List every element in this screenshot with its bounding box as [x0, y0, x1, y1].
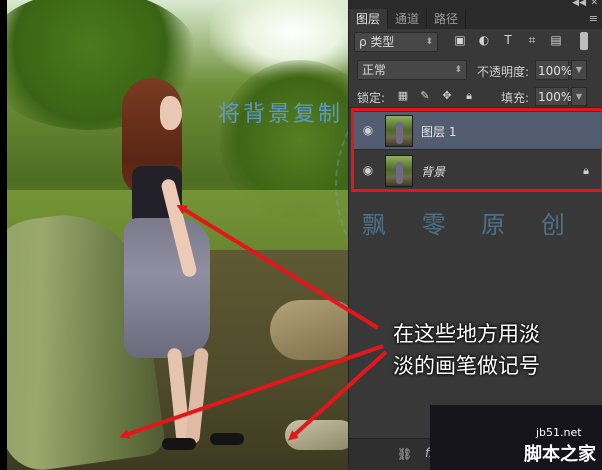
filter-kind-select[interactable]: ρ 类型 ⬍	[354, 32, 438, 52]
layer-filter-row: ρ 类型 ⬍ ▣ ◐ T ⌗ ▤	[349, 30, 602, 54]
watermark-seal-text: 飘 零 原 创	[362, 211, 579, 239]
opacity-slider-button[interactable]: ▼	[571, 60, 587, 80]
layer-thumbnail	[385, 115, 413, 147]
panel-title-bar: ◀◀ ✕	[349, 0, 602, 9]
lock-row: 锁定: ▦ ✎ ✥ 🔒︎ 填充: 100% ▼	[349, 86, 602, 108]
shoe-right	[210, 433, 244, 445]
tab-channels[interactable]: 通道	[388, 9, 428, 29]
annotation-text: 在这些地方用淡 淡的画笔做记号	[393, 318, 540, 382]
blend-mode-value: 正常	[362, 63, 387, 77]
fill-slider-button[interactable]: ▼	[571, 87, 587, 106]
shape-filter-icon[interactable]: ⌗	[525, 33, 539, 47]
lock-all-icon[interactable]: 🔒︎	[463, 90, 475, 102]
smart-object-filter-icon[interactable]: ▤	[549, 33, 563, 47]
face	[160, 96, 182, 130]
tree-stump	[270, 300, 348, 360]
layer-name[interactable]: 背景	[421, 163, 445, 180]
canvas-edge	[0, 0, 7, 470]
blend-mode-select[interactable]: 正常 ⬍	[357, 60, 467, 80]
chevron-updown-icon: ⬍	[425, 37, 433, 47]
annotation-line: 淡的画笔做记号	[393, 354, 540, 378]
link-icon[interactable]: ⛓	[397, 447, 412, 461]
type-filter-icon[interactable]: T	[501, 33, 515, 47]
eye-icon[interactable]: ◉	[360, 164, 376, 176]
layer-thumbnail	[385, 155, 413, 187]
dress-skirt	[124, 218, 210, 358]
panel-menu-icon[interactable]: ≡	[589, 12, 598, 25]
collapse-panel-icon[interactable]: ◀◀	[572, 0, 586, 8]
girl-figure	[110, 78, 244, 458]
canvas-photo[interactable]	[0, 0, 348, 470]
annotation-line: 在这些地方用淡	[393, 322, 540, 346]
layer-row-background[interactable]: ◉ 背景 🔒︎	[351, 152, 601, 190]
adjustment-filter-icon[interactable]: ◐	[477, 33, 491, 47]
opacity-input[interactable]: 100%	[535, 60, 572, 80]
filter-toggle-switch[interactable]	[580, 32, 588, 50]
lock-transparent-pixels-icon[interactable]: ▦	[397, 90, 409, 102]
lock-label: 锁定:	[357, 91, 386, 105]
layer-name[interactable]: 图层 1	[421, 123, 456, 140]
opacity-label: 不透明度:	[477, 65, 530, 79]
image-filter-icon[interactable]: ▣	[453, 33, 467, 47]
leg-right	[185, 347, 209, 445]
tab-layers[interactable]: 图层	[349, 9, 389, 29]
tab-paths[interactable]: 路径	[427, 9, 467, 29]
filter-kind-label: ρ 类型	[359, 35, 395, 49]
chevron-updown-icon: ⬍	[454, 65, 462, 75]
lock-image-pixels-icon[interactable]: ✎	[419, 90, 431, 102]
lock-icon: 🔒︎	[583, 164, 589, 177]
site-watermark-url: jb51.net	[536, 426, 582, 439]
wood-chunk	[285, 420, 348, 450]
blend-row: 正常 ⬍ 不透明度: 100% ▼	[349, 58, 602, 82]
layer-row-layer1[interactable]: ◉ 图层 1	[351, 112, 601, 150]
panel-tabs: 图层 通道 路径	[349, 9, 602, 29]
site-watermark-name: 脚本之家	[524, 444, 596, 465]
fill-input[interactable]: 100%	[535, 87, 572, 106]
close-panel-icon[interactable]: ✕	[590, 0, 598, 8]
lock-position-icon[interactable]: ✥	[441, 90, 453, 102]
shoe-left	[162, 438, 196, 450]
overlay-copy-text: 将背景复制	[218, 102, 344, 127]
eye-icon[interactable]: ◉	[360, 124, 376, 136]
fill-label: 填充:	[501, 91, 530, 105]
